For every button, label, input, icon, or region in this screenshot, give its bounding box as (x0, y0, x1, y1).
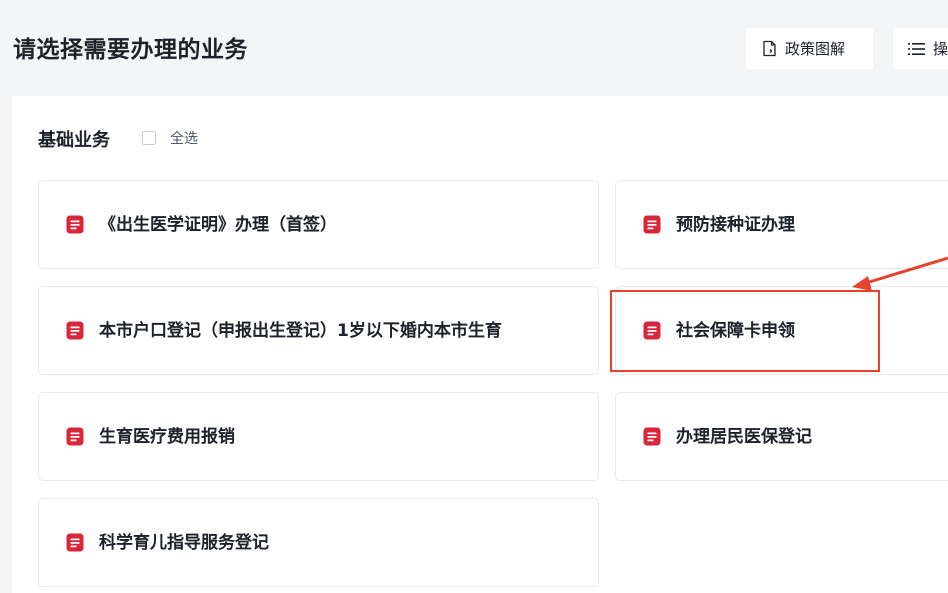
document-icon (643, 215, 661, 234)
service-label: 社会保障卡申领 (676, 320, 795, 341)
document-icon (762, 40, 777, 57)
select-all-checkbox[interactable]: 全选 (142, 128, 198, 148)
service-panel: 基础业务 全选 《出生医学证明》办理（首签） 预防接种证办理 本市户口登记（申报… (12, 96, 948, 593)
service-card-social-security-card[interactable]: 社会保障卡申领 (615, 286, 948, 375)
service-label: 办理居民医保登记 (676, 426, 812, 447)
checkbox-box[interactable] (142, 131, 156, 145)
service-label: 生育医疗费用报销 (99, 426, 235, 447)
policy-illustration-label: 政策图解 (785, 40, 846, 58)
document-icon (643, 427, 661, 446)
service-card-maternity-reimbursement[interactable]: 生育医疗费用报销 (38, 392, 599, 481)
list-icon (908, 42, 925, 56)
document-icon (66, 215, 84, 234)
guide-button[interactable]: 操 (893, 28, 948, 69)
document-icon (66, 533, 84, 552)
service-card-resident-medical-insurance[interactable]: 办理居民医保登记 (615, 392, 948, 481)
service-label: 本市户口登记（申报出生登记）1岁以下婚内本市生育 (99, 320, 502, 341)
service-label: 预防接种证办理 (676, 214, 795, 235)
service-label: 《出生医学证明》办理（首签） (99, 214, 337, 235)
select-all-label: 全选 (170, 131, 198, 147)
document-icon (66, 321, 84, 340)
guide-label: 操 (933, 40, 948, 58)
service-card-parenting-guidance[interactable]: 科学育儿指导服务登记 (38, 498, 599, 587)
service-label: 科学育儿指导服务登记 (99, 532, 269, 553)
page-title: 请选择需要办理的业务 (13, 37, 248, 63)
service-card-birth-certificate[interactable]: 《出生医学证明》办理（首签） (38, 180, 599, 269)
document-icon (66, 427, 84, 446)
service-card-vaccination-certificate[interactable]: 预防接种证办理 (615, 180, 948, 269)
policy-illustration-button[interactable]: 政策图解 (746, 28, 873, 69)
document-icon (643, 321, 661, 340)
section-title: 基础业务 (38, 130, 110, 151)
service-card-household-registration[interactable]: 本市户口登记（申报出生登记）1岁以下婚内本市生育 (38, 286, 599, 375)
page: 请选择需要办理的业务 政策图解 操 基础业务 全选 《出生医学证明》办理（首签）… (0, 0, 948, 593)
